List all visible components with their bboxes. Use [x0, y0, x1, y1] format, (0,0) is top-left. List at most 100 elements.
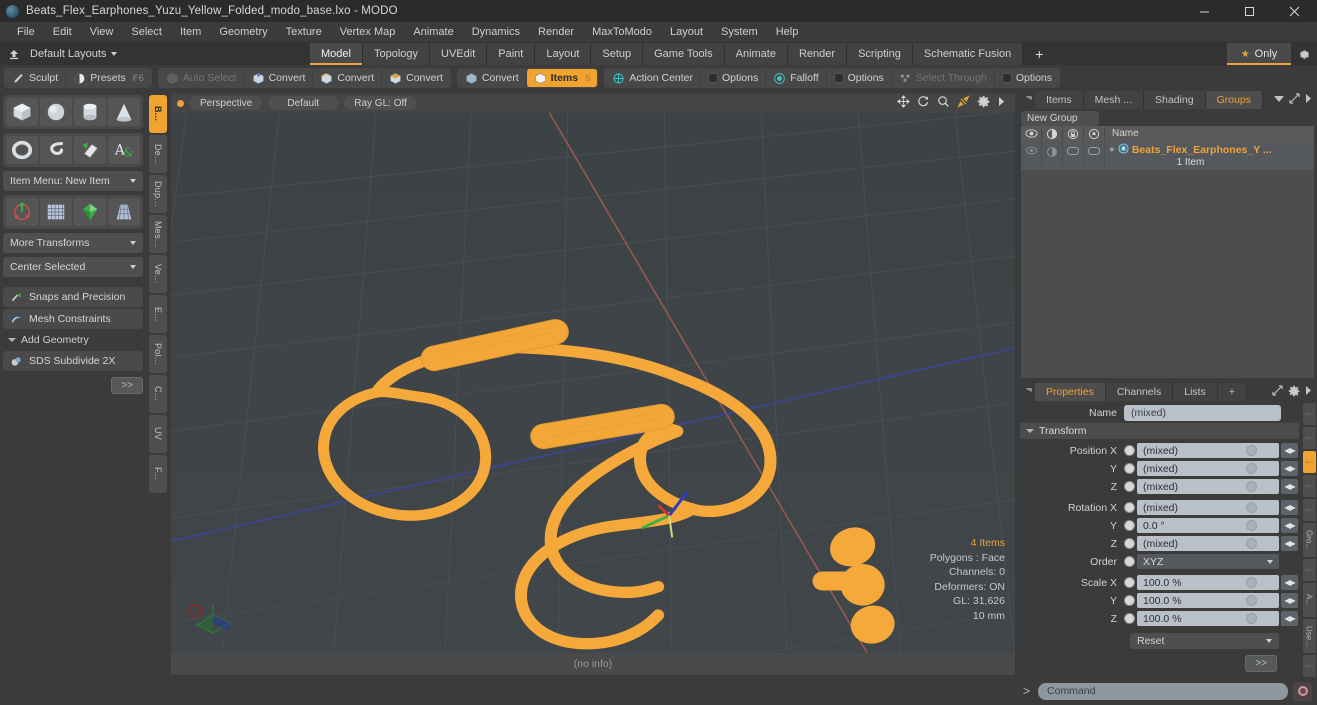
- rotation-y-stepper[interactable]: ◀▶: [1281, 518, 1298, 533]
- scale-y-stepper[interactable]: ◀▶: [1281, 593, 1298, 608]
- vtab-fusion[interactable]: F...: [149, 455, 167, 493]
- expand-panel-icon[interactable]: [1272, 385, 1283, 399]
- presets-button[interactable]: Presets F6: [65, 69, 151, 87]
- group-item[interactable]: + Beats_Flex_Earphones_Y ... 1 Item: [1105, 141, 1314, 168]
- rotation-z-input[interactable]: (mixed): [1137, 536, 1279, 551]
- tab-setup[interactable]: Setup: [591, 43, 644, 65]
- rotate-icon[interactable]: [917, 95, 930, 111]
- vtab-mesh[interactable]: Mes...: [149, 215, 167, 253]
- auto-select-button[interactable]: Auto Select: [159, 69, 244, 87]
- sds-subdivide-button[interactable]: SDS Subdivide 2X: [3, 351, 143, 371]
- rotation-x-stepper[interactable]: ◀▶: [1281, 500, 1298, 515]
- convert-polygon-button[interactable]: Convert: [381, 69, 450, 87]
- vtab-deform[interactable]: De...: [149, 135, 167, 173]
- vtab-command[interactable]: C...: [149, 375, 167, 413]
- position-x-knob[interactable]: [1246, 445, 1257, 456]
- scale-z-input[interactable]: 100.0 %: [1137, 611, 1279, 626]
- menu-item-maxtomodo[interactable]: MaxToModo: [583, 22, 661, 43]
- row-eye-toggle[interactable]: [1021, 141, 1042, 170]
- scale-x-stepper[interactable]: ◀▶: [1281, 575, 1298, 590]
- viewport-shading-button[interactable]: Default: [268, 96, 339, 110]
- vtab-edge[interactable]: E...: [149, 295, 167, 333]
- tab-schematic-fusion[interactable]: Schematic Fusion: [912, 43, 1024, 65]
- tab-game-tools[interactable]: Game Tools: [643, 43, 725, 65]
- select-icon[interactable]: [1084, 126, 1105, 141]
- sculpt-button[interactable]: Sculpt: [5, 69, 65, 87]
- tab-render[interactable]: Render: [787, 43, 848, 65]
- tab-uvedit[interactable]: UVEdit: [430, 43, 488, 65]
- layout-settings-gear-icon[interactable]: [1291, 43, 1317, 65]
- zoom-icon[interactable]: [937, 95, 950, 111]
- grid-mesh-button[interactable]: [40, 198, 72, 226]
- position-z-stepper[interactable]: ◀▶: [1281, 479, 1298, 494]
- menu-item-edit[interactable]: Edit: [44, 22, 81, 43]
- only-toggle-button[interactable]: ★ Only: [1227, 43, 1291, 65]
- scale-x-knob[interactable]: [1246, 577, 1257, 588]
- tab-items[interactable]: Items: [1035, 91, 1084, 109]
- select-through-button[interactable]: Select Through: [890, 69, 994, 87]
- rotation-x-input[interactable]: (mixed): [1137, 500, 1279, 515]
- convert-vertex-button[interactable]: Convert: [243, 69, 313, 87]
- menu-item-dynamics[interactable]: Dynamics: [463, 22, 529, 43]
- rvtab-user[interactable]: Use...: [1302, 619, 1316, 653]
- fit-icon[interactable]: [957, 95, 970, 111]
- viewport-3d[interactable]: 4 Items Polygons : Face Channels: 0 Defo…: [171, 113, 1015, 653]
- mesh-constraints-button[interactable]: Mesh Constraints: [3, 309, 143, 329]
- rotation-z-stepper[interactable]: ◀▶: [1281, 536, 1298, 551]
- rvtab-7[interactable]: ⋮: [1302, 559, 1316, 581]
- scale-x-radio[interactable]: [1124, 577, 1135, 588]
- position-x-radio[interactable]: [1124, 445, 1135, 456]
- pan-icon[interactable]: [897, 95, 910, 111]
- groups-list-empty-area[interactable]: [1021, 170, 1314, 378]
- transform-gizmo-button[interactable]: [6, 198, 38, 226]
- falloff-button[interactable]: Falloff: [765, 69, 825, 87]
- gear-icon[interactable]: [977, 95, 990, 111]
- primitive-cylinder-button[interactable]: [74, 98, 106, 126]
- menu-item-view[interactable]: View: [81, 22, 123, 43]
- tab-lists[interactable]: Lists: [1173, 383, 1218, 401]
- order-dropdown[interactable]: XYZ: [1137, 554, 1279, 569]
- position-z-radio[interactable]: [1124, 481, 1135, 492]
- viewport-view-mode-button[interactable]: Perspective: [190, 96, 263, 110]
- row-lock-toggle[interactable]: [1063, 141, 1084, 170]
- minimize-button[interactable]: [1182, 0, 1227, 22]
- scale-z-knob[interactable]: [1246, 613, 1257, 624]
- menu-item-item[interactable]: Item: [171, 22, 210, 43]
- vtab-vertex[interactable]: Ve...: [149, 255, 167, 293]
- more-transforms-dropdown[interactable]: More Transforms: [3, 233, 143, 253]
- eye-icon[interactable]: [1021, 126, 1042, 141]
- rotation-x-knob[interactable]: [1246, 502, 1257, 513]
- rotation-z-radio[interactable]: [1124, 538, 1135, 549]
- rotation-y-knob[interactable]: [1246, 520, 1257, 531]
- position-x-stepper[interactable]: ◀▶: [1281, 443, 1298, 458]
- rotation-x-radio[interactable]: [1124, 502, 1135, 513]
- vtab-basic[interactable]: B...: [149, 95, 167, 133]
- tab-topology[interactable]: Topology: [362, 43, 431, 65]
- tab-layout[interactable]: Layout: [535, 43, 592, 65]
- convert-edge-button[interactable]: Convert: [312, 69, 381, 87]
- properties-panel-menu-icon[interactable]: [1022, 383, 1035, 401]
- vtab-duplicate[interactable]: Dup...: [149, 175, 167, 213]
- arrow-right-icon[interactable]: [1305, 94, 1312, 106]
- primitive-cone-button[interactable]: [108, 98, 140, 126]
- primitive-spiral-button[interactable]: [40, 136, 72, 164]
- convert-item-button[interactable]: Convert: [458, 69, 526, 87]
- menu-item-render[interactable]: Render: [529, 22, 583, 43]
- position-y-input[interactable]: (mixed): [1137, 461, 1279, 476]
- primitive-text-button[interactable]: A &: [108, 136, 140, 164]
- expand-panel-icon[interactable]: [1289, 93, 1300, 107]
- menu-item-texture[interactable]: Texture: [277, 22, 331, 43]
- rvtab-5[interactable]: ⋮: [1302, 499, 1316, 521]
- menu-item-geometry[interactable]: Geometry: [210, 22, 276, 43]
- viewport-raygl-button[interactable]: Ray GL: Off: [344, 96, 417, 110]
- lock-icon[interactable]: [1063, 126, 1084, 141]
- primitive-torus-button[interactable]: [6, 136, 38, 164]
- rotation-y-radio[interactable]: [1124, 520, 1135, 531]
- expander-icon[interactable]: +: [1109, 145, 1115, 156]
- rotation-y-input[interactable]: 0.0 °: [1137, 518, 1279, 533]
- menu-item-help[interactable]: Help: [767, 22, 808, 43]
- menu-item-vertex-map[interactable]: Vertex Map: [331, 22, 405, 43]
- gem-button[interactable]: [74, 198, 106, 226]
- rvtab-2[interactable]: ⋮: [1302, 427, 1316, 449]
- scale-z-stepper[interactable]: ◀▶: [1281, 611, 1298, 626]
